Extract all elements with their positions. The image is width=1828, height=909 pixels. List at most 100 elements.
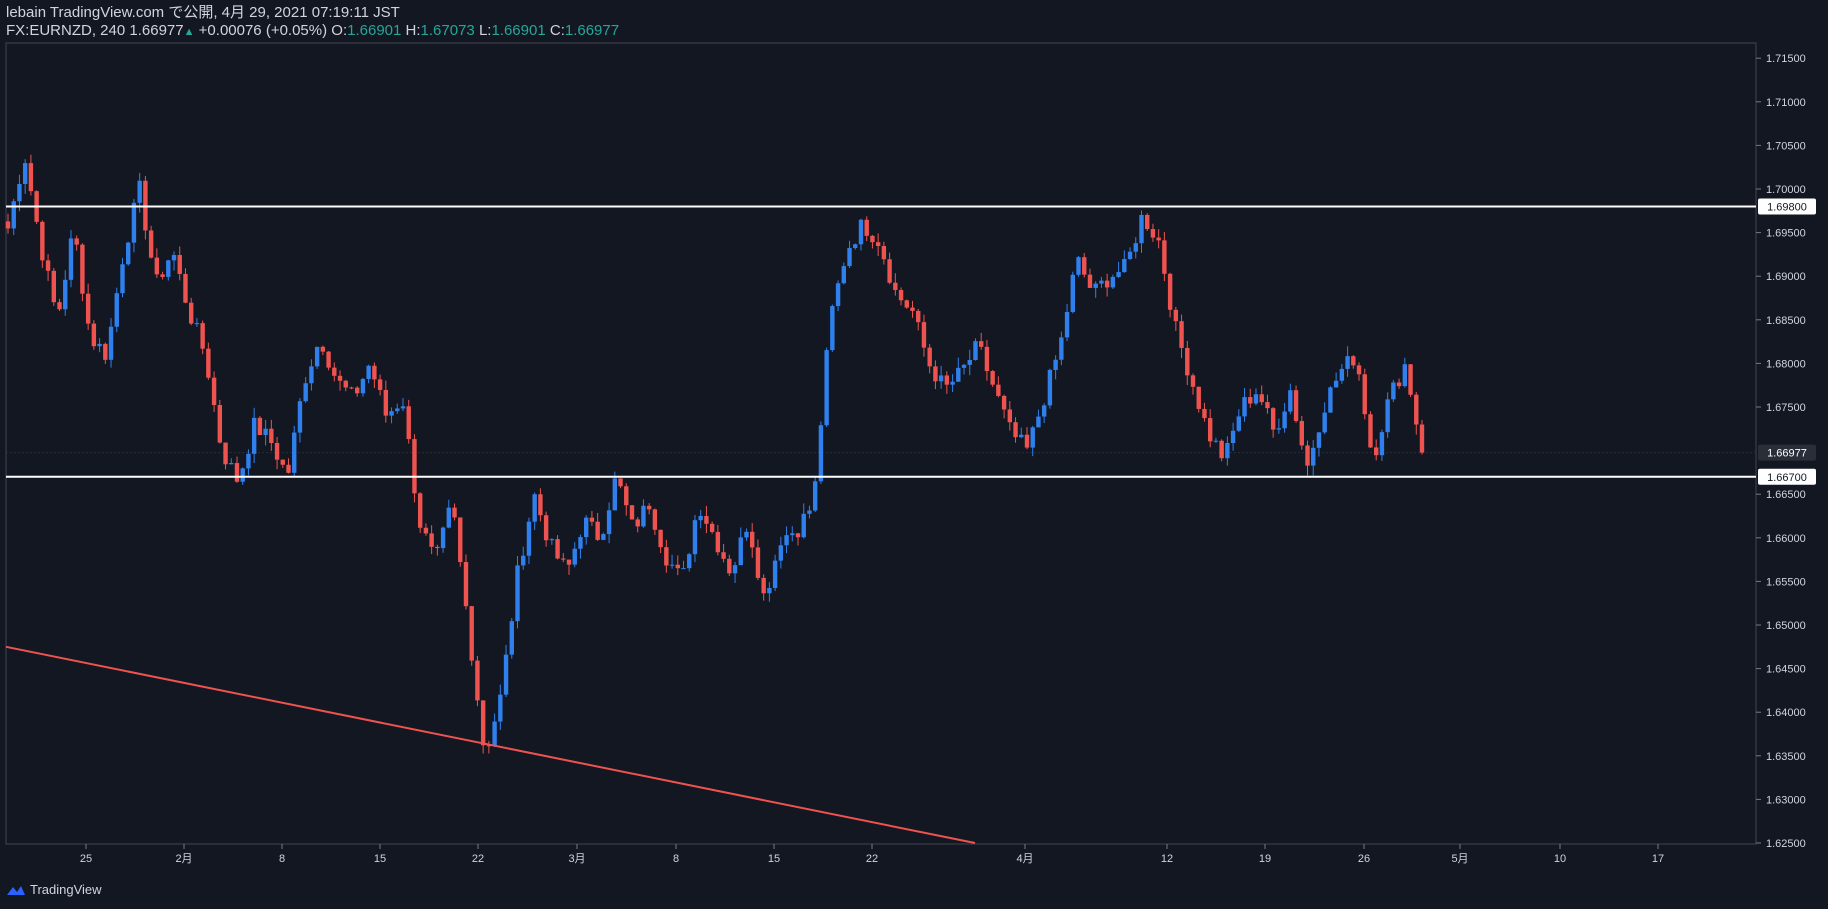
candle-body [1099,280,1104,284]
candle-body [292,432,297,473]
candle-body [944,375,950,385]
candle-body [1076,257,1081,275]
candle-body [1225,443,1230,459]
candle-body [801,513,806,538]
candle-body [1391,382,1396,400]
candle-body [709,523,715,532]
x-tick-label: 3月 [568,853,585,865]
candle-body [715,531,721,553]
candle-body [1173,309,1179,322]
tradingview-brand: TradingView [30,882,102,897]
candle-body [1116,272,1121,277]
y-tick-label: 1.69500 [1766,228,1806,240]
y-tick-label: 1.64500 [1766,664,1806,676]
y-tick-label: 1.71500 [1766,53,1806,65]
candle-body [778,545,784,561]
candle-body [664,547,669,566]
horizontal-line-label: 1.66700 [1767,472,1807,484]
candle-body [1196,386,1201,409]
candle-body [521,555,526,566]
candle-body [732,565,738,574]
candle-body [452,507,457,518]
candle-body [1047,369,1053,406]
candle-body [1013,422,1018,438]
candle-body [280,459,285,465]
candle-body [978,341,984,347]
candle-body [263,428,268,436]
candle-body [423,527,429,534]
candlestick-chart[interactable]: 1.69800 1.66700 1.66977 1.71500 1.71000 1.70… [0,0,1828,909]
candle-body [120,264,125,294]
candle-body [887,259,892,283]
candle-body [1139,214,1144,244]
candle-body [1110,276,1116,288]
candle-body [635,519,640,527]
candle-body [480,700,486,746]
candle-body [984,346,990,372]
candle-body [463,562,469,607]
candle-body [1408,364,1413,395]
candle-body [698,516,703,521]
x-tick-label: 26 [1358,853,1370,865]
candle-body [183,273,188,303]
candle-body [286,464,291,473]
x-tick-label: 22 [472,853,484,865]
candle-body [1082,257,1087,275]
x-tick-label: 25 [80,853,92,865]
candle-body [738,537,743,566]
candle-body [412,439,417,494]
candle-body [1362,374,1367,415]
candle-body [583,517,589,538]
candle-body [750,531,755,548]
candle-body [303,383,308,402]
candle-body [469,606,474,661]
candle-body [1345,356,1350,369]
candle-body [1242,397,1247,417]
candle-body [1185,347,1190,376]
x-tick-label: 5月 [1451,853,1468,865]
candle-body [875,242,881,246]
candle-body [383,389,389,416]
candle-body [1167,273,1173,310]
candle-body [309,366,314,384]
candle-body [830,306,835,351]
candle-body [555,539,560,559]
candle-body [824,350,829,426]
candle-body [898,290,904,301]
candle-body [847,247,852,267]
candle-body [990,371,995,385]
candle-body [74,238,79,245]
candle-body [1030,427,1035,448]
candle-body [440,527,446,549]
candle-body [704,516,709,524]
candle-body [1322,412,1327,433]
candle-body [1122,258,1127,273]
candle-body [1145,214,1150,230]
y-tick-label: 1.63000 [1766,794,1806,806]
candle-body [297,401,303,433]
trendline [5,645,976,844]
x-tick-label: 12 [1161,853,1173,865]
candle-body [606,510,612,535]
y-tick-label: 1.64000 [1766,707,1806,719]
candle-body [1293,390,1299,422]
candle-body [1041,405,1047,417]
candle-body [526,521,532,556]
candle-body [549,539,555,541]
candle-body [45,260,51,271]
candle-body [1259,394,1264,403]
candle-body [1299,421,1304,446]
candle-body [727,558,732,574]
candle-body [343,380,348,388]
candle-body [532,494,537,522]
y-tick-label: 1.65000 [1766,620,1806,632]
candle-body [1270,408,1276,430]
candle-body [864,219,869,236]
candle-body [812,481,818,511]
candle-body [274,443,280,460]
candle-body [360,378,366,394]
candle-body [1374,447,1379,456]
candle-body [63,279,68,310]
tradingview-logo[interactable]: TradingView [6,882,102,897]
candle-body [337,375,343,381]
